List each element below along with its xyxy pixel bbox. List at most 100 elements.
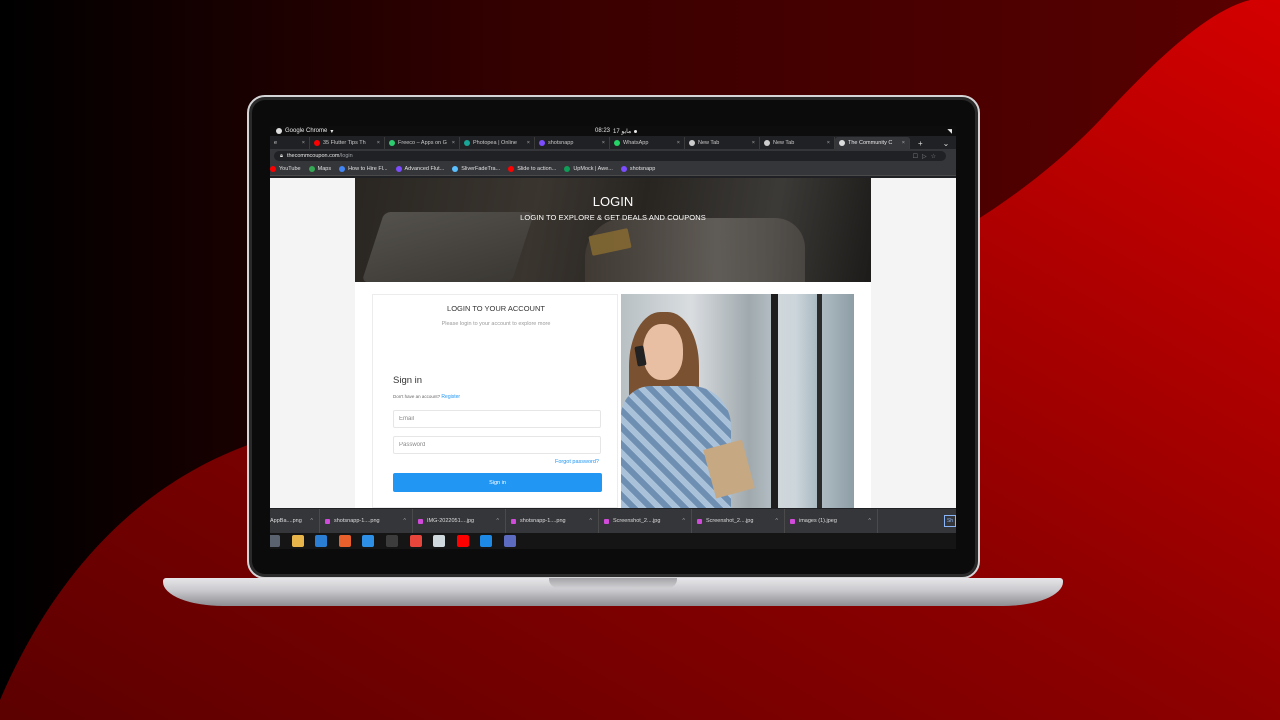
download-item[interactable]: images (1).jpeg ^	[785, 509, 878, 533]
bookmark-item[interactable]: Slide to action...	[508, 166, 556, 172]
bookmark-favicon-icon	[564, 166, 571, 172]
help-icon[interactable]	[362, 535, 375, 547]
writer-icon[interactable]	[315, 535, 328, 547]
screenshot-icon[interactable]	[503, 535, 516, 547]
files-icon[interactable]	[270, 535, 280, 547]
chrome-icon	[276, 128, 282, 134]
url-path: /login	[339, 153, 353, 159]
close-icon[interactable]: ×	[677, 140, 680, 146]
signin-heading: Sign in	[393, 375, 423, 386]
password-field[interactable]	[393, 436, 601, 454]
close-icon[interactable]: ×	[827, 140, 830, 146]
chevron-up-icon[interactable]: ^	[775, 518, 778, 524]
register-link[interactable]: Register	[441, 394, 460, 400]
bookmark-item[interactable]: SliverFadeTra...	[452, 166, 500, 172]
taskbar	[270, 533, 956, 549]
close-icon[interactable]: ×	[452, 140, 455, 146]
tab-1[interactable]: 35 Flutter Tips Th ×	[310, 137, 385, 149]
rhythmbox-icon[interactable]	[291, 535, 304, 547]
tab-0[interactable]: e ×	[270, 137, 310, 149]
clock-date: 17 مايو	[613, 128, 632, 135]
youtube-icon[interactable]	[456, 535, 469, 547]
chevron-up-icon[interactable]: ^	[868, 518, 871, 524]
image-file-icon	[325, 518, 330, 524]
bookmark-favicon-icon	[339, 166, 346, 172]
tab-strip: e × 35 Flutter Tips Th × Freeco – Apps on G ×…	[270, 136, 956, 149]
system-tray[interactable]: ◥	[947, 128, 952, 135]
download-item[interactable]: Screenshot_2....jpg ^	[599, 509, 692, 533]
bookmark-label: SliverFadeTra...	[461, 166, 501, 172]
photo-glass	[778, 294, 818, 508]
tab-7[interactable]: New Tab ×	[760, 137, 835, 149]
chevron-up-icon[interactable]: ^	[589, 518, 592, 524]
page-viewport: LOGIN LOGIN TO EXPLORE & GET DEALS AND C…	[270, 178, 956, 508]
tab-search-icon[interactable]: ⌄	[943, 139, 950, 148]
address-bar[interactable]: 🔒︎ thecommcoupon.com/login ☐▷☆	[274, 151, 946, 161]
settings-icon[interactable]	[433, 535, 446, 547]
download-item[interactable]: IMG-2022051....jpg ^	[413, 509, 506, 533]
close-icon[interactable]: ×	[602, 140, 605, 146]
close-icon[interactable]: ×	[752, 140, 755, 146]
downloads-bar: AppBa....png ^ shotsnapp-1....png ^ IMG-2022…	[270, 509, 956, 533]
chevron-up-icon[interactable]: ^	[496, 518, 499, 524]
chrome-icon	[764, 140, 770, 146]
close-icon[interactable]: ×	[377, 140, 380, 146]
download-filename: Screenshot_2....jpg	[706, 518, 754, 524]
bookmark-item[interactable]: shotsnapp	[620, 166, 656, 172]
chrome-icon[interactable]	[409, 535, 422, 547]
globe-icon	[839, 140, 845, 146]
url-host: thecommcoupon.com	[286, 153, 340, 159]
tab-3[interactable]: Photopea | Online ×	[460, 137, 535, 149]
omnibox-actions[interactable]: ☐▷☆	[913, 153, 940, 160]
chevron-up-icon[interactable]: ^	[682, 518, 685, 524]
tab-5[interactable]: WhatsApp ×	[610, 137, 685, 149]
chevron-up-icon[interactable]: ^	[403, 518, 406, 524]
forgot-password-link[interactable]: Forgot password?	[555, 459, 599, 465]
tab-label: e	[274, 140, 278, 146]
tab-6[interactable]: New Tab ×	[685, 137, 760, 149]
bookmark-item[interactable]: How to Hire Fl...	[339, 166, 388, 172]
bookmark-label: Advanced Flut...	[404, 166, 445, 172]
tab-label: 35 Flutter Tips Th	[323, 140, 366, 146]
screen: Google Chrome ▾ 08:23 17 مايو ◥ e × 35 Flu…	[270, 126, 956, 549]
download-filename: images (1).jpeg	[799, 518, 837, 524]
image-file-icon	[697, 518, 702, 524]
chevron-up-icon[interactable]: ^	[310, 518, 313, 524]
download-item[interactable]: AppBa....png ^	[270, 509, 320, 533]
download-item[interactable]: Screenshot_2....jpg ^	[692, 509, 785, 533]
chrome-icon	[689, 140, 695, 146]
terminal-icon[interactable]	[385, 535, 398, 547]
email-field[interactable]	[393, 410, 601, 428]
show-all-downloads-button[interactable]: Sh	[944, 515, 956, 527]
laptop-notch	[549, 578, 677, 588]
bookmark-label: How to Hire Fl...	[348, 166, 388, 172]
app-name: Google Chrome	[285, 128, 328, 134]
sign-in-button[interactable]: Sign in	[393, 473, 602, 492]
woman-phone-photo	[621, 294, 854, 508]
new-tab-button[interactable]: +	[918, 139, 923, 148]
vscode-icon[interactable]	[480, 535, 493, 547]
bookmark-label: shotsnapp	[629, 166, 656, 172]
hero-banner: LOGIN LOGIN TO EXPLORE & GET DEALS AND C…	[355, 178, 871, 282]
notification-dot-icon	[634, 129, 638, 133]
clock[interactable]: 08:23 17 مايو	[595, 128, 638, 135]
close-icon[interactable]: ×	[527, 140, 530, 146]
bookmark-item[interactable]: UpMock | Awe...	[564, 166, 613, 172]
download-item[interactable]: shotsnapp-1....png ^	[320, 509, 413, 533]
software-icon[interactable]	[338, 535, 351, 547]
tab-8[interactable]: The Community C ×	[835, 137, 910, 149]
tab-label: New Tab	[773, 140, 795, 146]
image-file-icon	[418, 518, 423, 524]
close-icon[interactable]: ×	[902, 140, 905, 146]
download-item[interactable]: shotsnapp-1....png ^	[506, 509, 599, 533]
bookmark-item[interactable]: YouTube	[270, 166, 301, 172]
photo-pole	[817, 294, 822, 508]
bookmark-item[interactable]: Advanced Flut...	[395, 166, 445, 172]
bookmark-item[interactable]: Maps	[308, 166, 331, 172]
login-page: LOGIN LOGIN TO EXPLORE & GET DEALS AND C…	[355, 178, 871, 508]
close-icon[interactable]: ×	[302, 140, 305, 146]
tab-2[interactable]: Freeco – Apps on G ×	[385, 137, 460, 149]
activities-app-menu[interactable]: Google Chrome ▾	[276, 128, 333, 135]
tab-4[interactable]: shotsnapp ×	[535, 137, 610, 149]
tab-label: New Tab	[698, 140, 720, 146]
